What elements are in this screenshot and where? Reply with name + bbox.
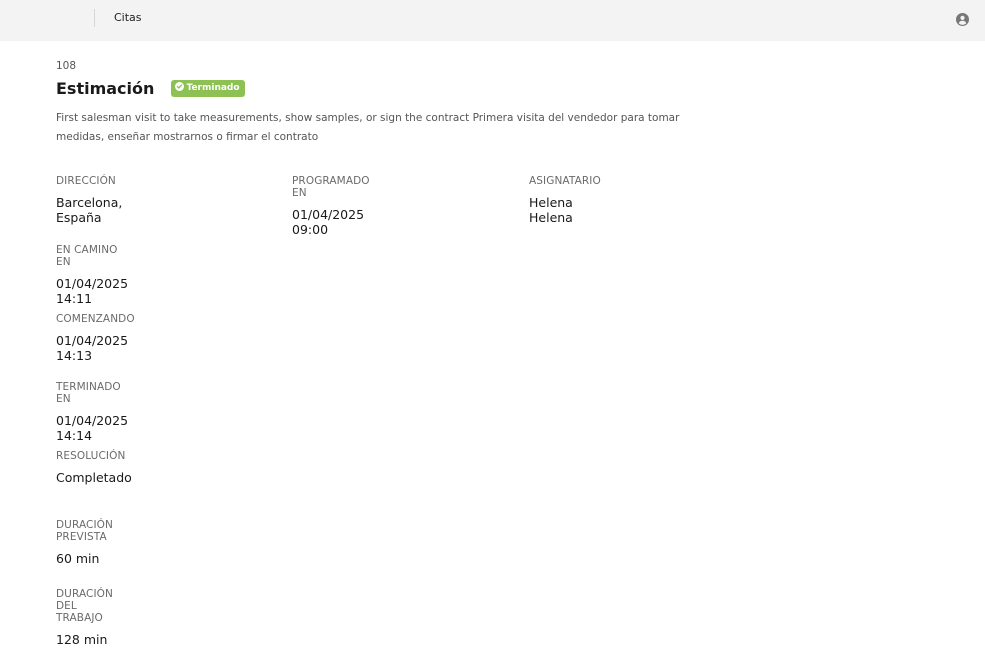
field-label: DIRECCIÓN: [56, 175, 116, 187]
field-label: DURACIÓN DEL TRABAJO: [56, 588, 113, 624]
status-badge: Terminado: [170, 80, 245, 97]
breadcrumb-citas[interactable]: Citas: [114, 11, 142, 24]
user-circle-icon[interactable]: [956, 11, 969, 26]
field-resolucion: RESOLUCIÓN Completado: [56, 450, 132, 485]
field-programado: PROGRAMADO EN 01/04/2025 09:00: [292, 175, 370, 237]
field-value: Completado: [56, 470, 132, 485]
field-value: Barcelona, España: [56, 195, 123, 225]
field-value: 128 min: [56, 632, 108, 647]
check-circle-icon: [174, 82, 184, 91]
header-divider: [94, 9, 95, 27]
field-value: 01/04/2025 09:00: [292, 207, 365, 237]
field-value: 60 min: [56, 551, 100, 566]
field-direccion: DIRECCIÓN Barcelona, España: [56, 175, 122, 225]
field-value: 01/04/2025 14:13: [56, 333, 129, 363]
field-label: COMENZANDO: [56, 313, 135, 325]
field-label: RESOLUCIÓN: [56, 450, 126, 462]
field-label: DURACIÓN PREVISTA: [56, 519, 113, 543]
field-label: PROGRAMADO EN: [292, 175, 370, 199]
field-duracion-prevista: DURACIÓN PREVISTA 60 min: [56, 519, 113, 566]
field-comenzando: COMENZANDO 01/04/2025 14:13: [56, 313, 135, 363]
record-id: 108: [56, 60, 77, 72]
field-value: Helena Helena: [529, 195, 573, 225]
field-label: ASIGNATARIO: [529, 175, 601, 187]
field-en-camino: EN CAMINO EN 01/04/2025 14:11: [56, 244, 128, 306]
field-label: EN CAMINO EN: [56, 244, 118, 268]
page-title: Estimación: [56, 79, 155, 98]
field-terminado: TERMINADO EN 01/04/2025 14:14: [56, 381, 128, 443]
field-value: 01/04/2025 14:14: [56, 413, 129, 443]
field-value: 01/04/2025 14:11: [56, 276, 129, 306]
field-duracion-trabajo: DURACIÓN DEL TRABAJO 128 min: [56, 588, 113, 647]
title-row: Estimación Terminado: [56, 78, 245, 98]
field-asignatario: ASIGNATARIO Helena Helena: [529, 175, 601, 225]
status-badge-label: Terminado: [186, 83, 240, 93]
description: First salesman visit to take measurement…: [56, 112, 680, 143]
top-bar: Citas: [0, 0, 985, 41]
field-label: TERMINADO EN: [56, 381, 121, 405]
